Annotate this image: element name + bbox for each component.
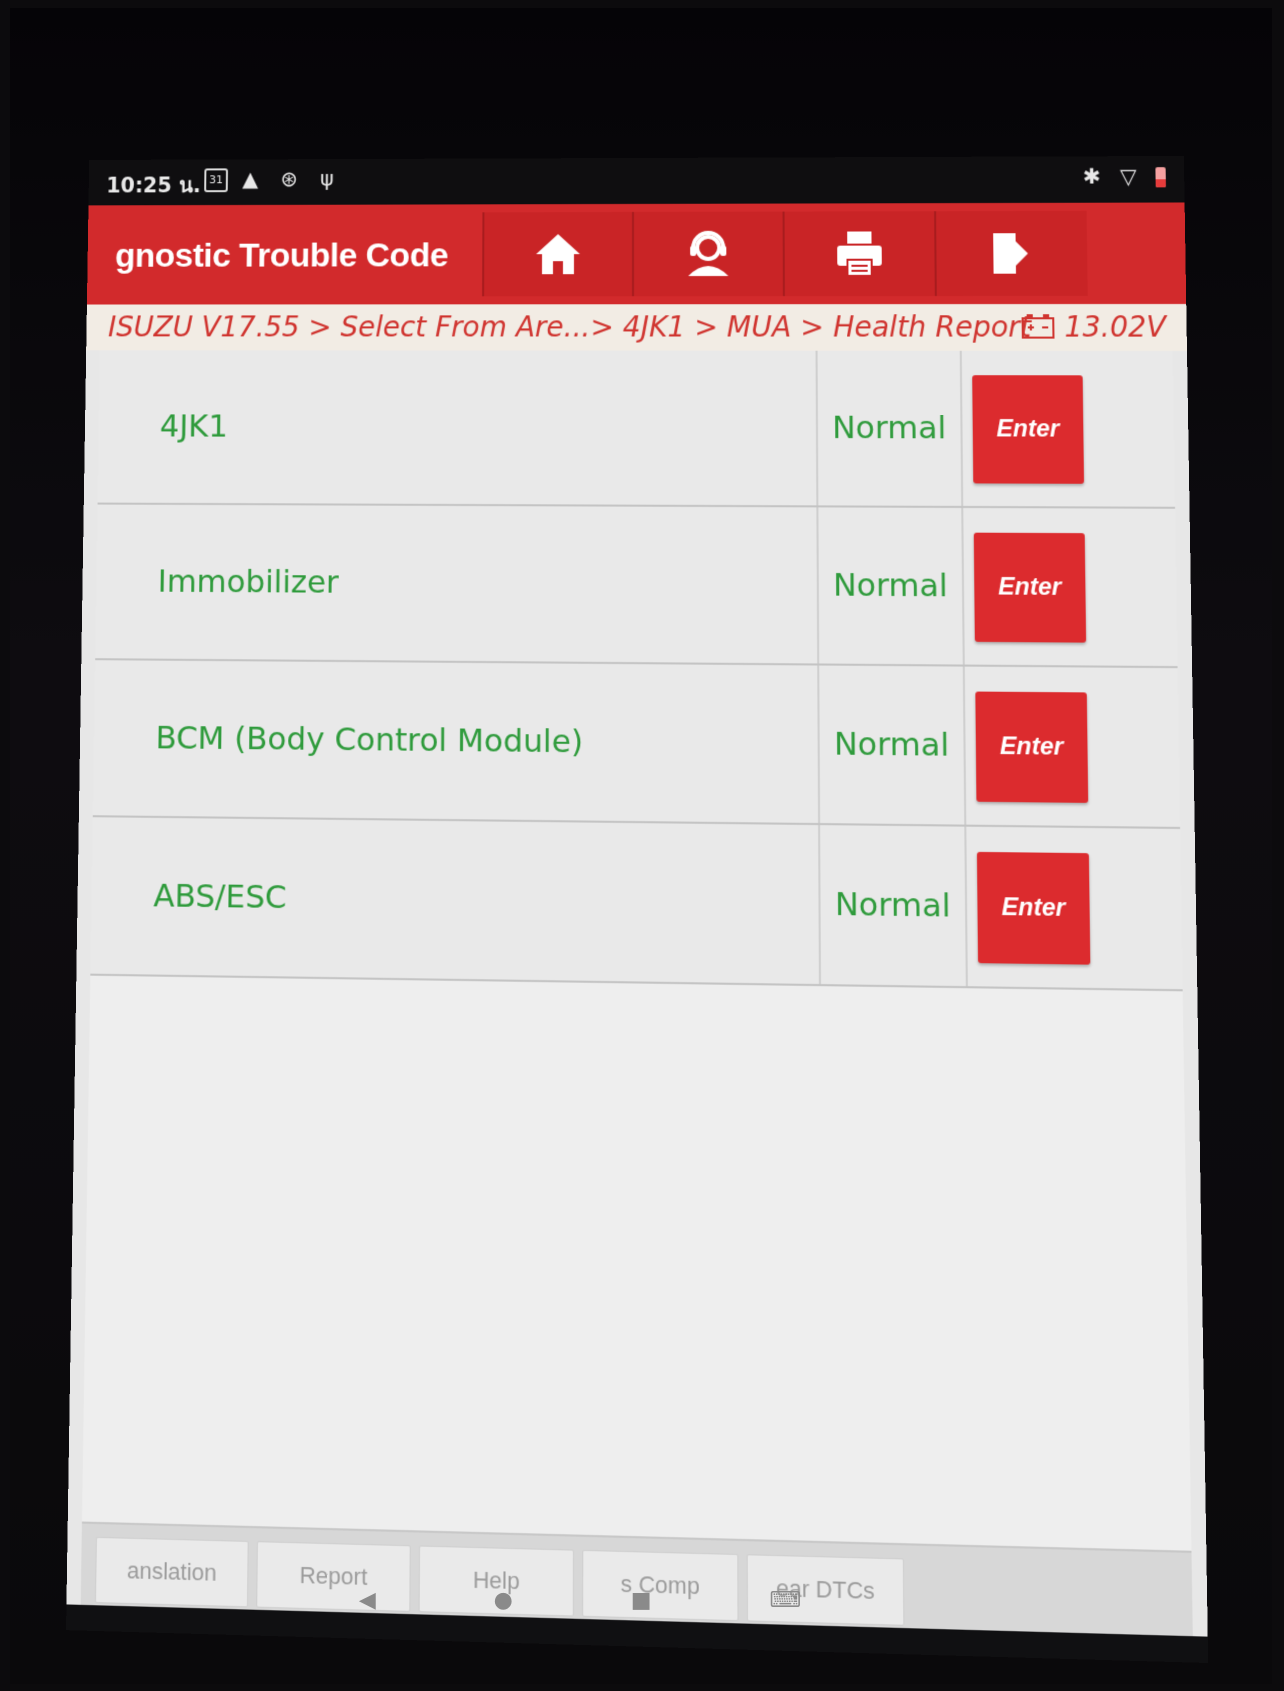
warning-icon: ▲	[242, 167, 267, 192]
system-row-abs-esc: ABS/ESC Normal Enter	[90, 817, 1183, 992]
enter-button[interactable]: Enter	[973, 532, 1087, 643]
keyboard-icon[interactable]: ⌨	[769, 1588, 801, 1613]
bluetooth-icon: ✱	[1082, 164, 1108, 189]
calendar-icon: 31	[204, 168, 229, 193]
system-name: ABS/ESC	[153, 877, 287, 917]
status-icons-right: ✱ ▽	[1082, 164, 1166, 189]
exit-button[interactable]	[934, 210, 1088, 297]
printer-icon	[837, 231, 882, 280]
wifi-icon: ▽	[1119, 164, 1143, 189]
battery-icon	[1155, 167, 1166, 188]
system-status: Normal	[818, 825, 968, 987]
home-button[interactable]	[482, 211, 633, 297]
enter-button[interactable]: Enter	[976, 851, 1091, 965]
system-name: BCM (Body Control Module)	[155, 719, 584, 761]
status-time: 10:25 น.	[106, 173, 201, 198]
system-status: Normal	[816, 507, 965, 665]
print-button[interactable]	[782, 211, 935, 297]
exit-icon	[993, 233, 1029, 274]
page-title: ɡnostic Trouble Code	[114, 236, 449, 275]
support-button[interactable]	[632, 211, 783, 297]
home-icon	[535, 233, 579, 274]
recents-icon[interactable]: ■	[631, 1588, 652, 1613]
system-status: Normal	[815, 350, 964, 506]
empty-content-area	[81, 975, 1192, 1551]
home-nav-icon[interactable]: ●	[494, 1588, 513, 1613]
breadcrumb-path: ISUZU V17.55 > Select From Are...> 4JK1 …	[107, 310, 1032, 344]
car-battery-icon	[1021, 314, 1056, 339]
system-name: Immobilizer	[157, 563, 339, 601]
title-bar: ɡnostic Trouble Code	[86, 202, 1187, 305]
support-agent-icon	[682, 228, 734, 277]
enter-button[interactable]: Enter	[972, 375, 1085, 484]
system-status: Normal	[817, 665, 967, 825]
system-list: 4JK1 Normal Enter Immobilizer Normal Ent…	[90, 350, 1183, 992]
battery-voltage: 13.02V	[1064, 310, 1167, 344]
system-row-bcm: BCM (Body Control Module) Normal Enter	[92, 660, 1181, 830]
translation-button[interactable]: anslation	[94, 1536, 249, 1608]
bluetooth-badge-icon: ⊛	[280, 167, 306, 191]
android-status-bar: 10:25 น. 31 ▲ ⊛ ψ ✱ ▽	[88, 155, 1185, 206]
android-nav-bar: ◀ ● ■ ⌨	[300, 1580, 860, 1620]
back-icon[interactable]: ◀	[359, 1588, 376, 1613]
tablet-screen: 10:25 น. 31 ▲ ⊛ ψ ✱ ▽ ɡnostic Trouble Co…	[66, 155, 1209, 1664]
system-name: 4JK1	[159, 408, 229, 445]
system-row-immobilizer: Immobilizer Normal Enter	[95, 504, 1178, 669]
usb-icon: ψ	[320, 166, 342, 191]
enter-button[interactable]: Enter	[975, 691, 1089, 803]
system-row-4jk1: 4JK1 Normal Enter	[97, 350, 1176, 509]
breadcrumb: ISUZU V17.55 > Select From Are...> 4JK1 …	[86, 304, 1187, 351]
status-icons-left: 31 ▲ ⊛ ψ	[204, 166, 342, 193]
